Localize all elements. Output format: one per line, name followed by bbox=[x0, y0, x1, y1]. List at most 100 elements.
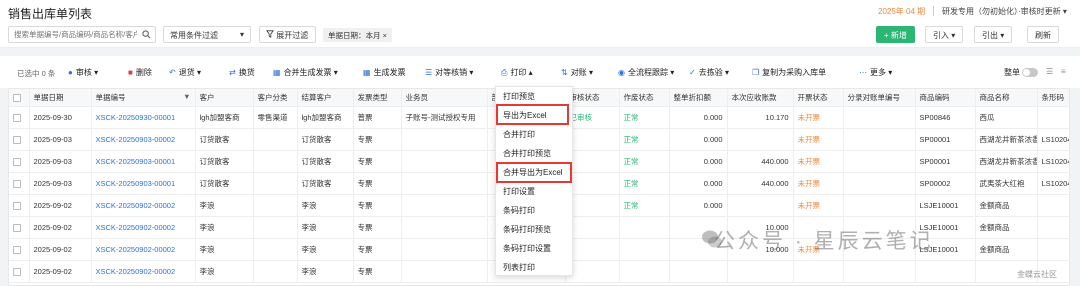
reconcile-button[interactable]: ⇅ 对账 ▾ bbox=[561, 67, 593, 78]
column-header[interactable]: 单据编号 ▼ bbox=[91, 89, 196, 107]
generate-invoice-button[interactable]: ▦ 生成发票 bbox=[363, 67, 406, 78]
search-input[interactable] bbox=[9, 27, 137, 42]
column-header[interactable]: 分录对账单编号 bbox=[843, 89, 916, 107]
column-header[interactable]: 整单折扣额 bbox=[669, 89, 728, 107]
new-label: 新增 bbox=[890, 31, 907, 40]
copy-to-purchase-label: 复制为采购入库单 bbox=[762, 68, 827, 77]
cell-no[interactable]: XSCK-20250902-00002 bbox=[91, 194, 196, 217]
menu-item-barcode-print-preview[interactable]: 条码打印预览 bbox=[503, 224, 551, 235]
import-button[interactable]: 引入 ▾ bbox=[925, 26, 964, 43]
column-header[interactable]: 结算客户 bbox=[297, 89, 354, 107]
close-icon[interactable]: × bbox=[383, 31, 387, 40]
column-header[interactable]: 单据日期 bbox=[29, 89, 92, 107]
print-label: 打印 bbox=[510, 68, 527, 77]
cell-date: 2025-09-02 bbox=[29, 194, 92, 217]
export-label: 引出 bbox=[982, 31, 998, 40]
cell-bar bbox=[1037, 194, 1069, 217]
cell-no[interactable]: XSCK-20250902-00002 bbox=[91, 238, 196, 261]
row-checkbox[interactable] bbox=[9, 128, 30, 151]
merge-invoice-button[interactable]: ▦ 合并生成发票 ▾ bbox=[273, 67, 338, 78]
cell-bar bbox=[1037, 216, 1069, 239]
list-view-icon[interactable]: ☰ bbox=[1046, 67, 1053, 76]
column-header[interactable]: 客户 bbox=[195, 89, 254, 107]
cell-no[interactable]: XSCK-20250902-00002 bbox=[91, 260, 196, 283]
row-checkbox[interactable] bbox=[9, 172, 30, 195]
print-button[interactable]: ⎙ 打印 ▴ bbox=[501, 67, 533, 78]
column-header[interactable]: 审核状态 bbox=[565, 89, 620, 107]
column-header[interactable]: 商品名称 bbox=[975, 89, 1038, 107]
cell-inv: 专票 bbox=[353, 260, 402, 283]
cell-bar: LS102040 bbox=[1037, 150, 1069, 173]
return-label: 退货 bbox=[178, 68, 195, 77]
expand-filter-button[interactable]: 展开过滤 bbox=[259, 26, 316, 43]
column-header[interactable]: 作废状态 bbox=[619, 89, 670, 107]
cell-sales bbox=[401, 260, 488, 283]
cell-amt bbox=[727, 194, 794, 217]
common-filter-select[interactable]: 常用条件过滤 ▾ bbox=[163, 26, 251, 43]
menu-item-merge-print[interactable]: 合并打印 bbox=[503, 129, 535, 140]
write-off-button[interactable]: ☰ 对等核销 ▾ bbox=[425, 67, 473, 78]
search-icon[interactable] bbox=[142, 30, 151, 41]
return-icon: ↶ bbox=[169, 68, 176, 77]
column-header[interactable]: 开票状态 bbox=[793, 89, 844, 107]
cell-amt: 440.000 bbox=[727, 150, 794, 173]
cell-no[interactable]: XSCK-20250903-00001 bbox=[91, 150, 196, 173]
copy-to-purchase-button[interactable]: ❐ 复制为采购入库单 bbox=[752, 67, 826, 78]
cell-empty bbox=[843, 172, 916, 195]
write-off-icon: ☰ bbox=[425, 68, 433, 77]
cell-no[interactable]: XSCK-20250903-00001 bbox=[91, 172, 196, 195]
menu-item-print-settings[interactable]: 打印设置 bbox=[503, 186, 535, 197]
pick-check-button[interactable]: ✓ 去拣验 ▾ bbox=[689, 67, 729, 78]
chevron-down-icon: ▾ bbox=[239, 30, 244, 39]
more-icon: ⋯ bbox=[859, 68, 867, 77]
column-header[interactable]: 发票类型 bbox=[353, 89, 402, 107]
cell-no[interactable]: XSCK-20250902-00002 bbox=[91, 216, 196, 239]
delete-button[interactable]: ■ 删除 bbox=[128, 67, 152, 78]
column-header[interactable]: 条形码 bbox=[1037, 89, 1069, 107]
full-trace-button[interactable]: ◉ 全流程跟踪 ▾ bbox=[618, 67, 674, 78]
column-header[interactable]: 本次应收账款 bbox=[727, 89, 794, 107]
org-selector[interactable]: 研发专用（勿初始化）·审核时更新 ▾ bbox=[942, 6, 1067, 17]
search-box[interactable] bbox=[8, 26, 156, 43]
chevron-down-icon: ▾ bbox=[196, 68, 201, 77]
accounting-period[interactable]: 2025年 04 期 bbox=[878, 6, 925, 17]
new-button[interactable]: + 新增 bbox=[876, 26, 915, 43]
invoice-icon: ▦ bbox=[273, 68, 281, 77]
column-view-icon[interactable]: ≡ bbox=[1061, 67, 1066, 76]
chevron-down-icon: ▾ bbox=[1062, 7, 1067, 16]
menu-item-barcode-print[interactable]: 条码打印 bbox=[503, 205, 535, 216]
menu-item-list-print[interactable]: 列表打印 bbox=[503, 262, 535, 273]
row-checkbox[interactable] bbox=[9, 106, 30, 129]
date-filter-chip[interactable]: 单据日期：本月 × bbox=[323, 28, 392, 42]
row-checkbox[interactable] bbox=[9, 260, 30, 283]
select-all-checkbox[interactable] bbox=[9, 89, 30, 107]
column-header[interactable]: 商品编码 bbox=[915, 89, 976, 107]
audit-button[interactable]: ● 审核 ▾ bbox=[68, 67, 98, 78]
cell-bill bbox=[793, 260, 844, 283]
cell-no[interactable]: XSCK-20250930-00001 bbox=[91, 106, 196, 129]
cell-name: 金额商品 bbox=[975, 194, 1038, 217]
menu-item-barcode-print-settings[interactable]: 条码打印设置 bbox=[503, 243, 551, 254]
row-checkbox[interactable] bbox=[9, 150, 30, 173]
menu-item-print-preview[interactable]: 打印预览 bbox=[503, 91, 535, 102]
more-button[interactable]: ⋯ 更多 ▾ bbox=[859, 67, 892, 78]
cell-empty bbox=[843, 128, 916, 151]
exchange-button[interactable]: ⇄ 换货 bbox=[229, 67, 255, 78]
common-filter-label: 常用条件过滤 bbox=[170, 31, 218, 40]
return-button[interactable]: ↶ 退货 ▾ bbox=[169, 67, 201, 78]
column-header[interactable]: 客户分类 bbox=[253, 89, 298, 107]
filter-icon[interactable]: ▼ bbox=[183, 92, 190, 101]
row-checkbox[interactable] bbox=[9, 216, 30, 239]
cell-empty bbox=[843, 106, 916, 129]
row-checkbox[interactable] bbox=[9, 194, 30, 217]
whole-order-toggle[interactable] bbox=[1022, 68, 1038, 77]
audit-label: 审核 bbox=[75, 68, 92, 77]
org-name: 研发专用（勿初始化） bbox=[942, 7, 1018, 16]
export-button[interactable]: 引出 ▾ bbox=[974, 26, 1013, 43]
menu-item-merge-print-preview[interactable]: 合并打印预览 bbox=[503, 148, 551, 159]
column-header[interactable]: 业务员 bbox=[401, 89, 488, 107]
refresh-button[interactable]: 刷新 bbox=[1027, 26, 1059, 43]
row-checkbox[interactable] bbox=[9, 238, 30, 261]
plus-icon: + bbox=[884, 31, 889, 40]
cell-no[interactable]: XSCK-20250903-00002 bbox=[91, 128, 196, 151]
